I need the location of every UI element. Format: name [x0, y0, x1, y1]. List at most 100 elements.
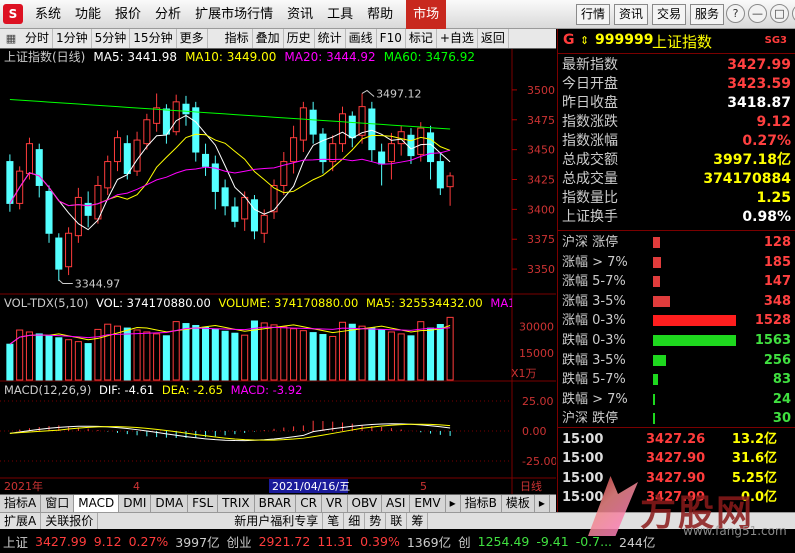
- breadth-row[interactable]: 跌幅 0-3% 1563: [558, 331, 795, 351]
- indicator-tab[interactable]: ASI: [382, 495, 411, 512]
- indicator-tab[interactable]: ▸: [446, 495, 461, 512]
- extension-tab[interactable]: 笔: [323, 513, 345, 529]
- indicator-tab[interactable]: MACD: [74, 495, 120, 512]
- candle: [427, 125, 435, 180]
- indicator-tab[interactable]: ▸: [535, 495, 550, 512]
- cy-change: 11.31: [317, 533, 354, 549]
- breadth-label: 跌幅 5-7%: [562, 372, 626, 388]
- indicator-tab[interactable]: 指标A: [0, 495, 42, 512]
- price-axis-label: 3400: [527, 203, 555, 216]
- x-amount: 244亿: [619, 534, 656, 550]
- period-label[interactable]: 日线: [520, 479, 542, 493]
- breadth-row[interactable]: 跌幅 > 7% 24: [558, 390, 795, 410]
- indicator-tab[interactable]: TRIX: [218, 495, 255, 512]
- x-price: 1254.49: [477, 533, 530, 549]
- indicator-tab[interactable]: OBV: [348, 495, 383, 512]
- indicator-tab[interactable]: 模板: [502, 495, 535, 512]
- top-right-button[interactable]: 服务: [690, 4, 725, 25]
- kline-chart[interactable]: 3500 3475 3450 3425 3400 3375 3350 3497.12 3344.…: [0, 0, 556, 494]
- macd-indicator: MACD(12,26,9): [4, 383, 92, 397]
- quote-label: 指数涨跌: [562, 114, 618, 130]
- indicator-tab[interactable]: VR: [322, 495, 348, 512]
- sh-label[interactable]: 上证: [3, 532, 28, 551]
- price-axis-label: 3375: [527, 233, 555, 246]
- volume-bar: [153, 333, 161, 381]
- breadth-row[interactable]: 涨幅 0-3% 1528: [558, 311, 795, 331]
- extension-tabs: 扩展A 关联报价 新用户福利专享笔细势联筹: [0, 512, 795, 529]
- window-controls: ?—□✕: [726, 4, 795, 23]
- cy-price: 2921.72: [258, 533, 311, 549]
- tick-row: 15:00 3427.90 5.25亿: [558, 469, 795, 488]
- extension-tab[interactable]: 关联报价: [41, 513, 99, 529]
- indicator-tab[interactable]: 指标B: [461, 495, 502, 512]
- breadth-count: 147: [763, 274, 791, 290]
- candle: [65, 227, 73, 276]
- extension-tab[interactable]: 新用户福利专享: [230, 513, 324, 529]
- breadth-count: 1563: [754, 332, 791, 348]
- extension-tab[interactable]: 扩展A: [0, 513, 42, 529]
- tick-row: 15:00 3427.99 0.0亿: [558, 488, 795, 507]
- expand-icon[interactable]: ⇕: [580, 34, 589, 47]
- quote-value: 3423.59: [727, 76, 791, 92]
- volume-bar: [104, 323, 112, 381]
- indicator-tab[interactable]: DMI: [119, 495, 152, 512]
- minimize-icon[interactable]: —: [748, 4, 767, 23]
- volume-bar: [143, 331, 151, 381]
- macd-title: MACD(12,26,9) DIF: -4.61 DEA: -2.65 MACD…: [0, 383, 512, 397]
- x-label[interactable]: 创: [458, 532, 471, 551]
- tick-row: 15:00 3427.26 13.2亿: [558, 430, 795, 449]
- candle: [123, 135, 131, 180]
- breadth-count: 256: [763, 352, 791, 368]
- breadth-bar: [653, 374, 658, 386]
- volume-bar: [378, 329, 386, 381]
- macd-value: MACD: -3.92: [230, 383, 303, 397]
- indicator-tab[interactable]: CR: [296, 495, 322, 512]
- extension-tab[interactable]: 细: [344, 513, 366, 529]
- breadth-count: 128: [763, 235, 791, 250]
- candle: [113, 130, 122, 172]
- breadth-row[interactable]: 涨幅 3-5% 348: [558, 292, 795, 312]
- g-icon[interactable]: G: [563, 32, 575, 48]
- index-code: 999999: [595, 32, 654, 48]
- extension-tab[interactable]: 筹: [407, 513, 429, 529]
- volume-bar: [45, 335, 53, 381]
- quote-value: 9.12: [756, 114, 791, 130]
- volume-bar: [35, 333, 43, 381]
- indicator-tab[interactable]: DMA: [151, 495, 189, 512]
- candle: [446, 172, 454, 206]
- top-right-button[interactable]: 行情: [576, 4, 611, 25]
- volume-bar: [270, 324, 278, 381]
- breadth-row[interactable]: 跌幅 3-5% 256: [558, 351, 795, 371]
- candle: [309, 101, 317, 144]
- breadth-row[interactable]: 涨幅 > 7% 185: [558, 253, 795, 273]
- low-pointer: [58, 279, 73, 284]
- volume-bar: [446, 316, 454, 381]
- indicator-tab[interactable]: 窗口: [41, 495, 75, 512]
- volume-bar: [427, 327, 435, 381]
- indicator-tab[interactable]: FSL: [188, 495, 219, 512]
- sg3-badge[interactable]: SG3: [765, 35, 787, 46]
- price-axis-label: 3500: [527, 84, 555, 97]
- quote-row: 指数涨跌 9.12: [558, 113, 795, 132]
- breadth-row[interactable]: 涨幅 5-7% 147: [558, 272, 795, 292]
- low-label: 3344.97: [75, 277, 121, 290]
- tick-price: 3427.90: [646, 470, 706, 486]
- volume-bar: [358, 325, 366, 381]
- indicator-tab[interactable]: EMV: [410, 495, 446, 512]
- breadth-row[interactable]: 跌幅 5-7% 83: [558, 370, 795, 390]
- extension-tab[interactable]: 势: [365, 513, 387, 529]
- top-right-button[interactable]: 交易: [652, 4, 687, 25]
- breadth-row[interactable]: 沪深 涨停 128: [558, 233, 795, 253]
- extension-tab[interactable]: 联: [386, 513, 408, 529]
- cy-label[interactable]: 创业: [227, 532, 252, 551]
- maximize-icon[interactable]: □: [770, 4, 789, 23]
- breadth-row[interactable]: 沪深 跌停 30: [558, 409, 795, 429]
- volume-bar: [407, 335, 415, 381]
- volume-bar: [182, 323, 190, 381]
- help-icon[interactable]: ?: [726, 4, 745, 23]
- top-right-button[interactable]: 资讯: [614, 4, 649, 25]
- tick-time: 15:00: [562, 432, 604, 447]
- breadth-bar: [653, 315, 736, 327]
- indicator-tab[interactable]: BRAR: [255, 495, 297, 512]
- x-pct: -0.7...: [575, 533, 613, 549]
